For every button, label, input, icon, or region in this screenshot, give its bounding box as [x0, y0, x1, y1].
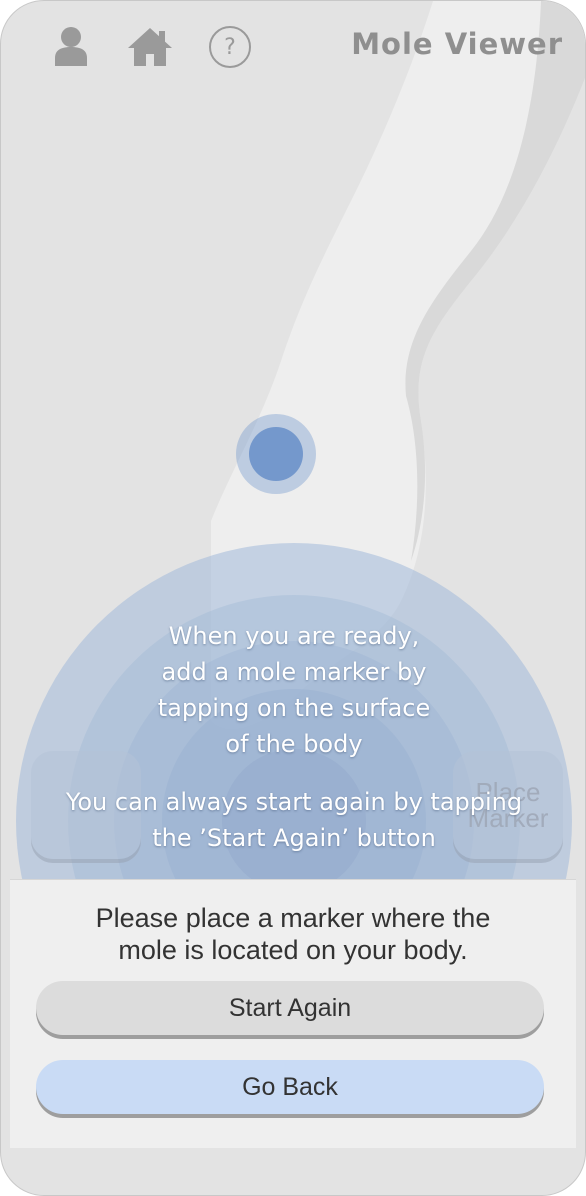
tutorial-line-5: You can always start again by tapping — [65, 788, 523, 816]
start-again-button[interactable]: Start Again — [36, 981, 544, 1035]
app-title: Mole Viewer — [351, 27, 563, 61]
instruction-message: Please place a marker where the mole is … — [10, 902, 576, 966]
top-bar: ? Mole Viewer — [1, 1, 585, 93]
person-icon[interactable] — [51, 23, 91, 71]
instruction-panel: Please place a marker where the mole is … — [10, 879, 576, 1148]
tutorial-line-4: of the body — [225, 730, 363, 758]
app-frame: ? Mole Viewer Place Marker When you are … — [0, 0, 586, 1196]
instruction-message-line2: mole is located on your body. — [118, 935, 468, 965]
tutorial-line-1: When you are ready, — [168, 622, 420, 650]
go-back-button[interactable]: Go Back — [36, 1060, 544, 1114]
tutorial-line-3: tapping on the surface — [157, 694, 431, 722]
instruction-message-line1: Please place a marker where the — [95, 903, 491, 933]
tutorial-line-2: add a mole marker by — [161, 658, 427, 686]
tutorial-line-6: the ’Start Again’ button — [152, 824, 436, 852]
help-icon[interactable]: ? — [208, 23, 252, 71]
home-icon[interactable] — [125, 23, 175, 71]
help-glyph: ? — [209, 26, 251, 68]
mole-marker[interactable] — [249, 427, 303, 481]
